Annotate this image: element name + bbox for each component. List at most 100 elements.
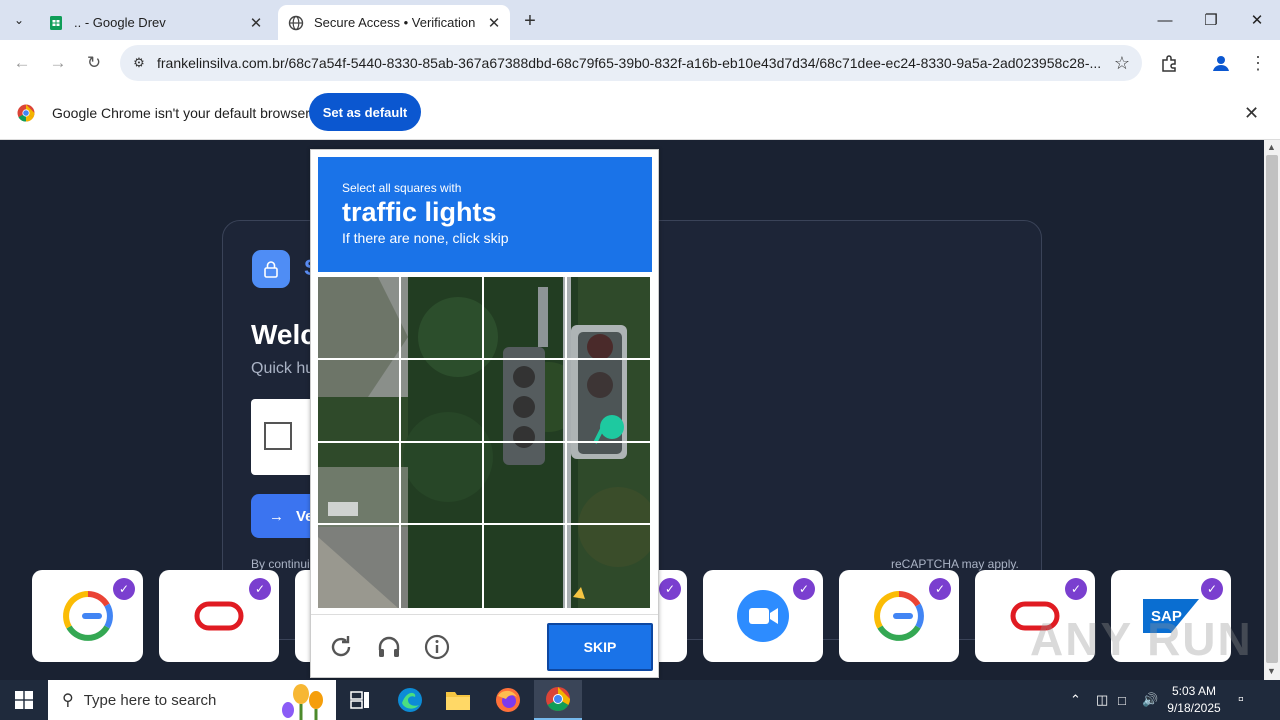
page-subtitle: Quick hu [251,360,315,377]
taskbar-clock[interactable]: 5:03 AM 9/18/2025 [1158,683,1230,717]
check-badge-icon: ✓ [1065,578,1087,600]
instruction-line-1: Select all squares with [342,181,462,195]
back-icon[interactable]: ← [8,49,36,77]
image-tile[interactable] [567,443,650,526]
image-tile[interactable] [318,359,401,443]
bookmark-star-icon[interactable]: ☆ [1114,53,1130,74]
close-infobar-icon[interactable]: ✕ [1244,103,1259,124]
address-bar[interactable]: ⚙ frankelinsilva.com.br/68c7a54f-5440-83… [120,45,1142,81]
default-browser-infobar: Google Chrome isn't your default browser… [0,86,1280,140]
close-tab-icon[interactable]: ✕ [484,13,504,33]
search-icon: ⚲ [62,692,74,709]
site-settings-icon[interactable]: ⚙ [128,52,150,74]
network-icon[interactable]: □ [1118,680,1126,720]
tulips-illustration-icon [282,684,323,720]
volume-icon[interactable]: 🔊 [1142,680,1158,720]
set-as-default-button[interactable]: Set as default [309,93,421,131]
page-title: Welc [251,319,316,350]
reload-icon[interactable]: ↻ [80,49,108,77]
terms-text: By continui [251,557,310,571]
image-tile[interactable] [318,277,401,360]
notifications-icon[interactable]: ▫ [1238,680,1244,720]
scroll-thumb[interactable] [1266,155,1278,663]
instruction-target: traffic lights [342,197,497,227]
challenge-header: Select all squares with traffic lights I… [318,157,652,272]
menu-kebab-icon[interactable]: ⋮ [1244,49,1272,77]
skip-button[interactable]: SKIP [547,623,653,671]
reload-challenge-icon[interactable] [326,632,356,662]
partial-logo: ✓ [657,570,687,662]
scroll-down-icon[interactable]: ▼ [1267,666,1276,676]
show-hidden-icons-icon[interactable]: ⌃ [1070,680,1081,720]
tab-search-chevron-icon[interactable]: ⌄ [8,9,30,31]
image-tile[interactable] [401,277,484,360]
image-tile[interactable] [484,359,567,443]
image-tile[interactable] [484,525,567,608]
file-explorer-icon[interactable] [434,680,482,720]
instruction-line-3: If there are none, click skip [342,230,509,246]
anyrun-watermark: ANY RUN [1030,613,1253,665]
windows-start-icon[interactable] [0,680,48,720]
google-workspace-logo: ✓ [32,570,143,662]
chrome-taskbar-icon[interactable] [534,680,582,720]
image-tile[interactable] [484,442,567,526]
infobar-message: Google Chrome isn't your default browser [52,105,310,121]
clock-date: 9/18/2025 [1167,701,1221,715]
recaptcha-challenge: Select all squares with traffic lights I… [310,149,659,678]
tab-google-drive[interactable]: .. - Google Drev ✕ [36,5,272,40]
oracle-logo: ✓ [159,570,279,662]
recaptcha-checkbox[interactable] [264,422,292,450]
restore-icon[interactable]: ❐ [1188,0,1234,40]
image-tile[interactable] [567,277,650,360]
forward-icon[interactable]: → [44,49,72,77]
taskbar-search-input[interactable]: ⚲ Type here to search [48,680,336,720]
image-tile[interactable] [484,277,567,360]
clock-time: 5:03 AM [1171,684,1217,698]
image-tile[interactable] [567,360,650,443]
check-badge-icon: ✓ [249,578,271,600]
image-tile[interactable] [318,525,401,608]
tile-grid [318,277,650,608]
globe-icon [288,15,304,30]
info-icon[interactable] [422,632,452,662]
page-scrollbar[interactable]: ▲ ▼ [1264,140,1280,680]
check-badge-icon: ✓ [793,578,815,600]
arrow-right-icon: → [269,507,284,525]
image-tile[interactable] [401,525,484,608]
audio-challenge-icon[interactable] [374,632,404,662]
check-badge-icon: ✓ [929,578,951,600]
extensions-icon[interactable] [1155,49,1183,77]
challenge-footer: SKIP [311,614,658,678]
image-tile[interactable] [567,525,650,608]
profile-icon[interactable] [1207,49,1235,77]
lock-icon [252,250,290,288]
tab-strip: ⌄ .. - Google Drev ✕ Secure Access • Ver… [0,0,1280,40]
url-text[interactable]: frankelinsilva.com.br/68c7a54f-5440-8330… [157,55,1105,71]
search-placeholder: Type here to search [83,691,217,709]
chrome-logo-icon [17,104,35,122]
minimize-icon[interactable]: — [1142,0,1188,40]
close-tab-icon[interactable]: ✕ [246,13,266,33]
edge-icon[interactable] [386,680,434,720]
check-badge-icon: ✓ [659,578,681,600]
image-tile[interactable] [401,359,484,443]
firefox-icon[interactable] [484,680,532,720]
google-sheets-icon [50,15,62,30]
new-tab-icon[interactable]: + [518,9,542,33]
image-tile[interactable] [318,442,401,526]
close-window-icon[interactable]: ✕ [1234,0,1280,40]
security-tray-icon[interactable]: ◫ [1096,680,1108,720]
challenge-image-grid [318,277,650,608]
tab-secure-access[interactable]: Secure Access • Verification ✕ [278,5,510,40]
recaptcha-terms-text: reCAPTCHA may apply. [891,557,1019,571]
google-workspace-logo: ✓ [839,570,959,662]
scroll-up-icon[interactable]: ▲ [1267,142,1276,152]
task-view-icon[interactable] [336,680,384,720]
zoom-logo: ✓ [703,570,823,662]
tab-title: .. - Google Drev [74,15,166,30]
windows-taskbar: ⚲ Type here to search ⌃ ◫ □ 🔊 5:03 AM 9/… [0,680,1280,720]
image-tile[interactable] [401,442,484,526]
tab-title: Secure Access • Verification [314,15,476,30]
check-badge-icon: ✓ [113,578,135,600]
check-badge-icon: ✓ [1201,578,1223,600]
